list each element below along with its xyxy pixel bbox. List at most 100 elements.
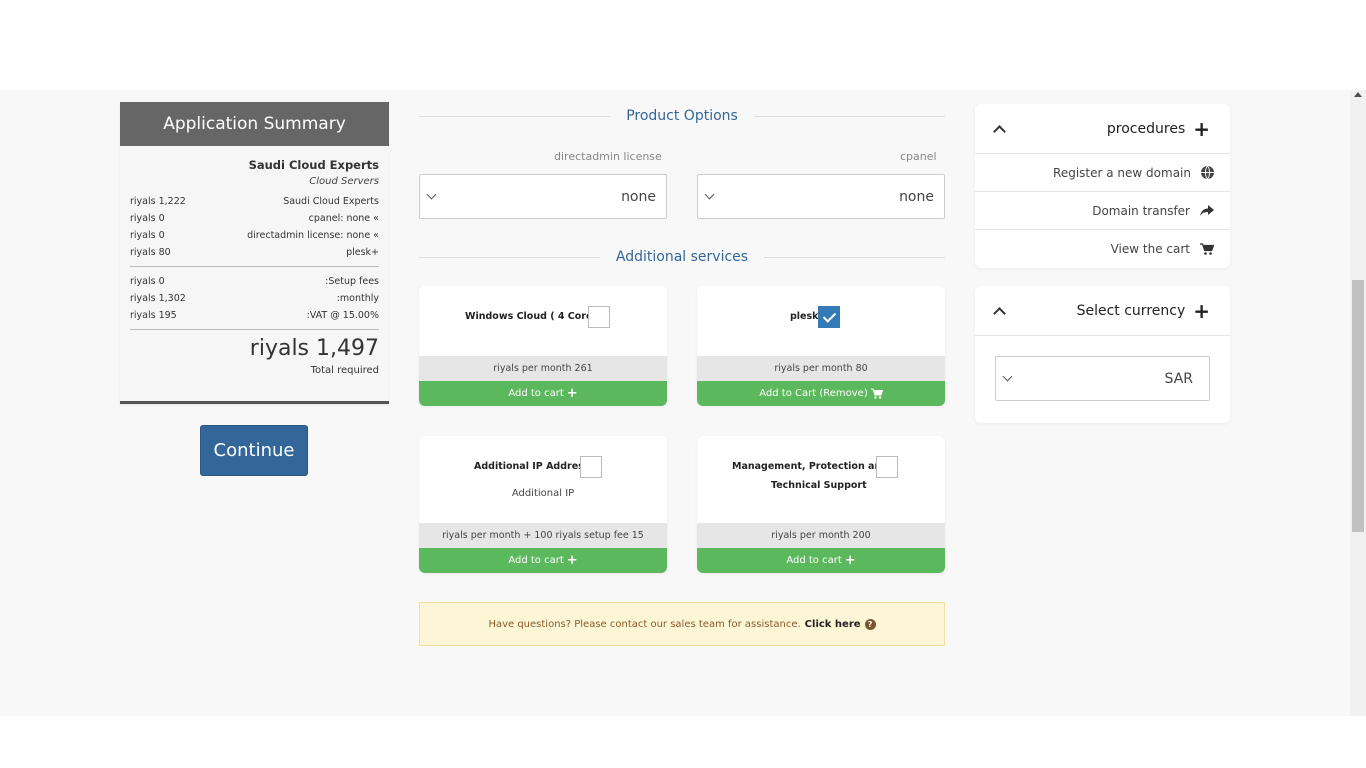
setup-fees-price: riyals 0 <box>130 276 165 287</box>
register-domain-link[interactable]: Register a new domain <box>975 154 1230 192</box>
notice-text: Have questions? Please contact our sales… <box>488 618 801 630</box>
addon-price: riyals per month + 100 riyals setup fee … <box>419 523 667 548</box>
line-price: riyals 0 <box>130 230 165 241</box>
product-name: Saudi Cloud Experts <box>248 158 379 172</box>
addon-checkbox[interactable] <box>580 456 602 478</box>
question-icon: ? <box>864 618 876 630</box>
add-to-cart-button[interactable]: Add to cart + <box>419 381 667 406</box>
cpanel-select[interactable]: none <box>697 174 945 219</box>
scroll-up-arrow-icon[interactable] <box>1354 92 1362 97</box>
add-to-cart-button[interactable]: Add to cart + <box>419 548 667 573</box>
addon-checkbox-checked[interactable] <box>818 306 840 328</box>
cart-icon <box>1200 243 1214 255</box>
directadmin-license-label: directadmin license <box>554 150 662 163</box>
click-here-link[interactable]: Click here <box>805 619 861 630</box>
addon-price: riyals per month 261 <box>419 356 667 381</box>
globe-icon <box>1201 166 1214 179</box>
addon-title: Windows Cloud ( 4 Core ) <box>465 311 601 322</box>
summary-line: riyals 0 directadmin license: none « <box>130 227 379 244</box>
select-value: none <box>621 188 656 205</box>
remove-from-cart-button[interactable]: Add to Cart (Remove) <box>697 381 945 406</box>
addon-price: riyals per month 200 <box>697 523 945 548</box>
currency-select[interactable]: SAR <box>995 356 1210 401</box>
addon-card-plesk: plesk riyals per month 80 Add to Cart (R… <box>697 286 945 406</box>
monthly-label: :monthly <box>336 293 379 304</box>
cpanel-label: cpanel <box>900 150 937 163</box>
chevron-down-icon <box>704 189 715 200</box>
summary-divider <box>130 329 379 330</box>
currency-title: Select currency <box>1076 302 1186 319</box>
scrollbar-thumb[interactable] <box>1352 280 1364 532</box>
domain-transfer-label: Domain transfer <box>1092 203 1190 218</box>
line-label: directadmin license: none « <box>247 230 379 241</box>
procedures-title: procedures <box>1106 120 1186 137</box>
view-cart-link[interactable]: View the cart <box>975 230 1230 268</box>
line-price: riyals 1,222 <box>130 196 186 207</box>
line-label: Saudi Cloud Experts <box>283 196 379 207</box>
continue-button[interactable]: Continue <box>200 425 308 476</box>
currency-panel: Select currency + SAR <box>975 286 1230 423</box>
line-label: plesk+ <box>346 247 379 258</box>
additional-services-heading: Additional services <box>419 247 945 267</box>
addon-title-line1: Management, Protection and <box>732 461 889 472</box>
vat-label: :VAT @ 15.00% <box>306 310 379 321</box>
addon-title: plesk <box>790 311 819 322</box>
product-group: Cloud Servers <box>309 176 379 187</box>
sales-contact-notice: Have questions? Please contact our sales… <box>419 602 945 646</box>
line-price: riyals 80 <box>130 247 171 258</box>
addon-title-line2: Technical Support <box>771 480 867 491</box>
setup-fees-label: :Setup fees <box>325 276 379 287</box>
summary-divider <box>130 266 379 267</box>
currency-header[interactable]: Select currency + <box>975 286 1230 336</box>
select-value: none <box>899 188 934 205</box>
total-amount: riyals 1,497 <box>249 336 379 361</box>
summary-line: riyals 1,222 Saudi Cloud Experts <box>130 193 379 210</box>
add-to-cart-button[interactable]: Add to cart + <box>697 548 945 573</box>
plus-icon: + <box>1193 116 1210 141</box>
button-label: Add to Cart (Remove) <box>759 388 868 399</box>
cart-icon <box>870 388 883 399</box>
chevron-up-icon[interactable] <box>993 306 1006 320</box>
plus-icon: + <box>566 553 578 568</box>
product-options-title: Product Options <box>626 108 738 124</box>
summary-line: riyals 80 plesk+ <box>130 244 379 261</box>
plus-icon: + <box>566 386 578 401</box>
summary-line: riyals 0 cpanel: none « <box>130 210 379 227</box>
view-cart-label: View the cart <box>1110 242 1190 256</box>
vat-price: riyals 195 <box>130 310 177 321</box>
setup-fees-row: riyals 0 :Setup fees <box>130 273 379 290</box>
domain-transfer-link[interactable]: Domain transfer <box>975 192 1230 230</box>
addon-card-management-support: Management, Protection and Technical Sup… <box>697 436 945 573</box>
addon-card-windows-cloud: Windows Cloud ( 4 Core ) riyals per mont… <box>419 286 667 406</box>
chevron-down-icon <box>1002 371 1013 382</box>
button-label: Add to cart <box>508 555 564 566</box>
plus-icon: + <box>844 553 856 568</box>
button-label: Add to cart <box>508 388 564 399</box>
monthly-price: riyals 1,302 <box>130 293 186 304</box>
addon-checkbox[interactable] <box>876 456 898 478</box>
share-icon <box>1200 204 1214 216</box>
order-summary: Application Summary Saudi Cloud Experts … <box>120 102 389 404</box>
procedures-header[interactable]: procedures + <box>975 104 1230 154</box>
addon-title: Additional IP Address <box>474 461 590 472</box>
currency-value: SAR <box>1164 370 1193 387</box>
product-options-heading: Product Options <box>419 106 945 126</box>
line-label: cpanel: none « <box>308 213 379 224</box>
chevron-up-icon[interactable] <box>993 124 1006 138</box>
directadmin-license-select[interactable]: none <box>419 174 667 219</box>
order-summary-header: Application Summary <box>120 102 389 146</box>
line-price: riyals 0 <box>130 213 165 224</box>
addon-price: riyals per month 80 <box>697 356 945 381</box>
procedures-panel: procedures + Register a new domain Domai… <box>975 104 1230 268</box>
button-label: Add to cart <box>786 555 842 566</box>
addon-checkbox[interactable] <box>588 306 610 328</box>
chevron-down-icon <box>426 189 437 200</box>
vat-row: riyals 195 :VAT @ 15.00% <box>130 307 379 324</box>
monthly-row: riyals 1,302 :monthly <box>130 290 379 307</box>
addon-description: Additional IP <box>511 488 575 499</box>
total-label: Total required <box>310 365 379 376</box>
register-domain-label: Register a new domain <box>1053 165 1191 180</box>
addon-card-additional-ip: Additional IP Address Additional IP riya… <box>419 436 667 573</box>
plus-icon: + <box>1193 298 1210 323</box>
additional-services-title: Additional services <box>615 249 749 265</box>
